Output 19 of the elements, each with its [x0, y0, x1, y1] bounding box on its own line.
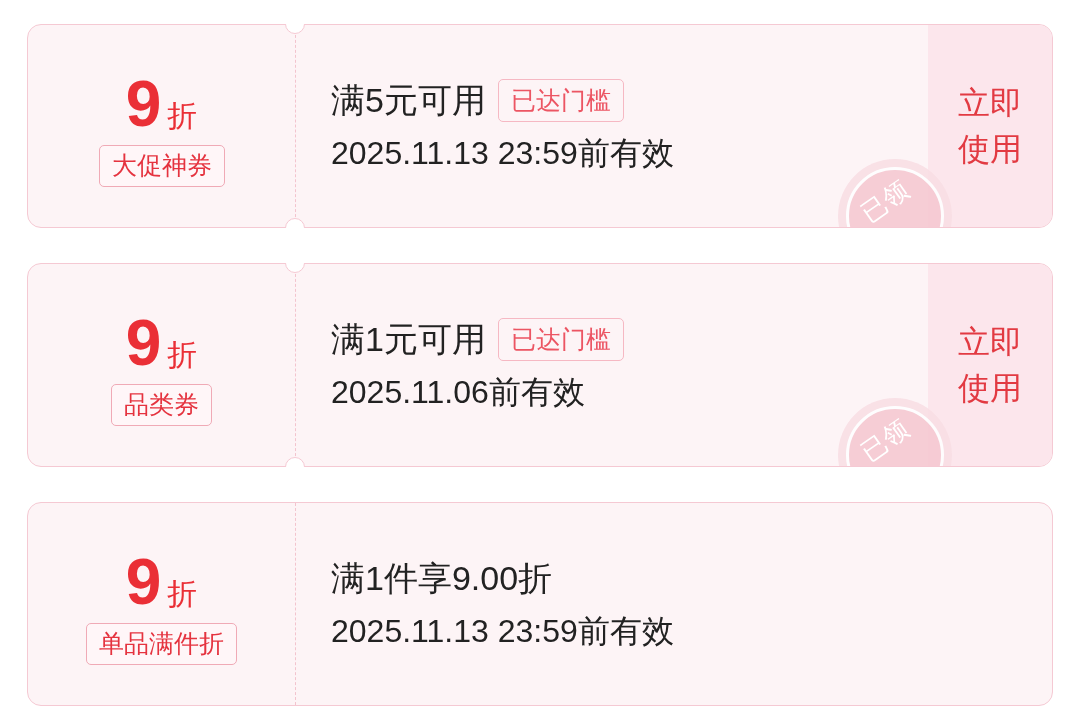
validity-text: 2025.11.13 23:59前有效 [331, 612, 674, 651]
discount-unit: 折 [167, 99, 198, 133]
threshold-tag: 已达门槛 [497, 318, 624, 361]
threshold-tag: 已达门槛 [497, 79, 624, 122]
use-now-button[interactable]: 立即使用 [928, 25, 1052, 227]
coupon-type-tag: 单品满件折 [86, 623, 237, 665]
coupon-type-tag: 大促神券 [98, 145, 225, 187]
use-now-button[interactable]: 立即使用 [928, 264, 1052, 466]
discount-value: 9 [125, 314, 162, 372]
validity-text: 2025.11.13 23:59前有效 [331, 134, 674, 173]
condition-text: 满1元可用 [331, 319, 486, 360]
discount-value: 9 [125, 553, 162, 611]
condition-text: 满5元可用 [331, 80, 486, 121]
validity-text: 2025.11.06前有效 [331, 373, 585, 412]
condition-text: 满1件享9.00折 [331, 558, 553, 599]
discount-unit: 折 [167, 338, 198, 372]
discount-value: 9 [125, 75, 162, 133]
discount-unit: 折 [167, 577, 198, 611]
coupon-type-tag: 品类券 [111, 384, 212, 426]
